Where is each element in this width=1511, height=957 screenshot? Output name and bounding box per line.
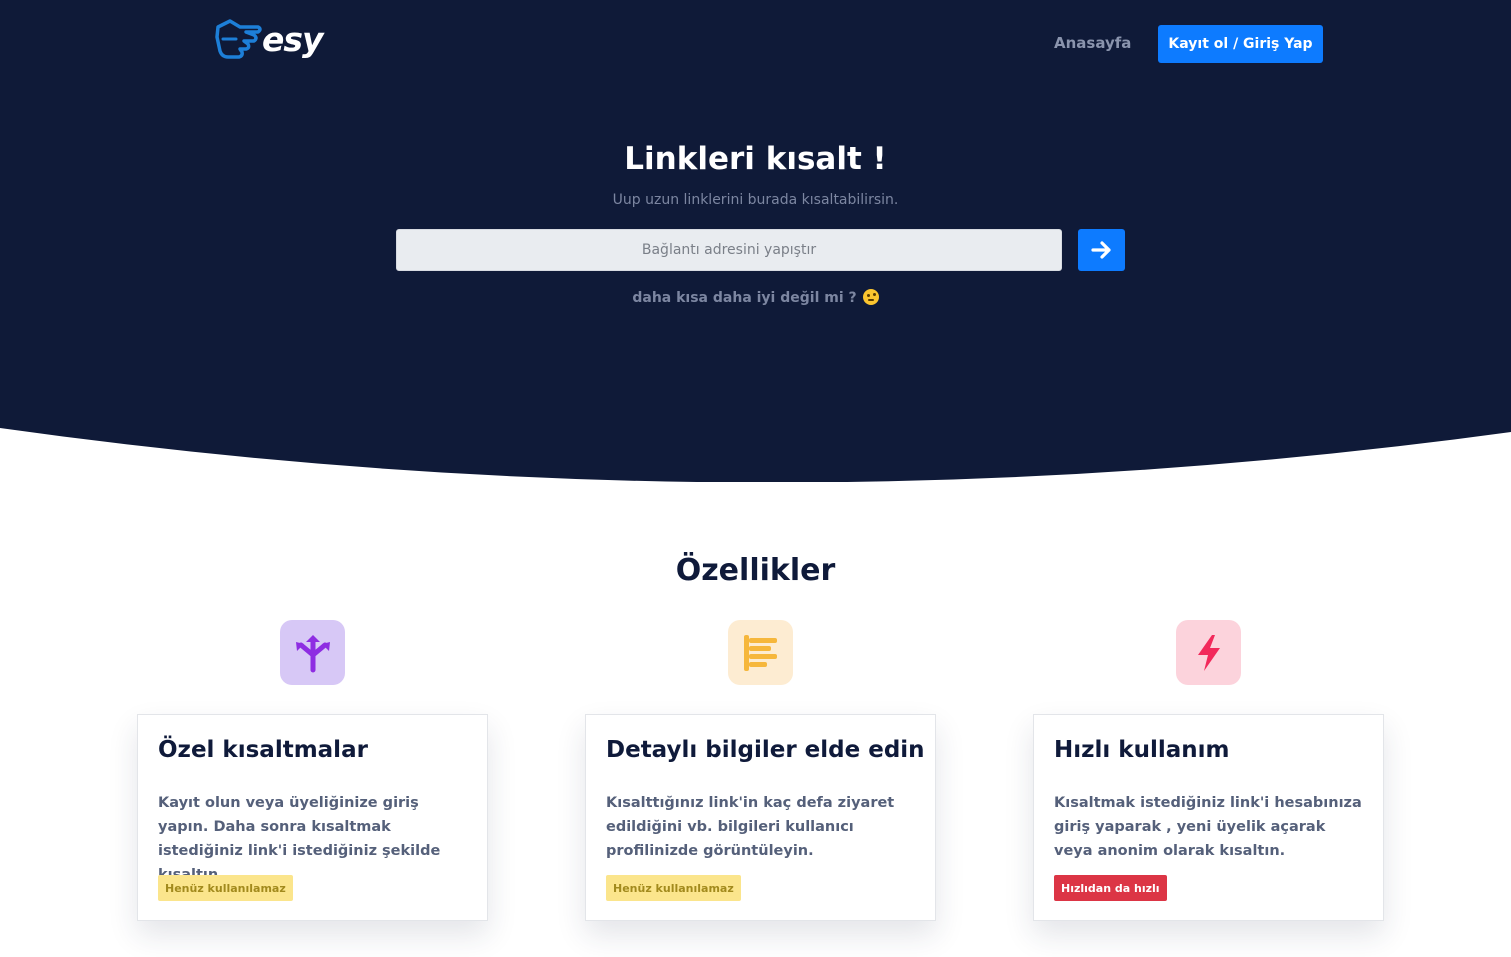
feature-card-title: Özel kısaltmalar [158,737,368,763]
feature-icon-tile-1 [280,620,345,685]
hero-section: esy Anasayfa Kayıt ol / Giriş Yap Linkle… [0,0,1511,482]
align-left-bars-icon [743,634,777,671]
brand-logo[interactable]: esy [214,17,338,67]
hero-tagline: daha kısa daha iyi değil mi ? [0,289,1511,306]
hand-logo-icon [215,19,262,59]
feature-card-title: Hızlı kullanım [1054,737,1230,763]
feature-card-custom-short: Özel kısaltmalar Kayıt olun veya üyeliği… [137,714,488,921]
status-badge: Henüz kullanılamaz [606,875,741,901]
status-badge: Hızlıdan da hızlı [1054,875,1167,901]
arrow-right-icon [1090,241,1111,259]
feature-icon-tile-3 [1176,620,1241,685]
hero-subtitle: Uup uzun linklerini burada kısaltabilirs… [612,192,899,208]
login-register-button[interactable]: Kayıt ol / Giriş Yap [1158,25,1323,63]
nav-home-link[interactable]: Anasayfa [1054,34,1131,52]
wink-emoji-icon [862,289,879,305]
feature-icon-tile-2 [728,620,793,685]
url-input[interactable] [396,229,1062,271]
feature-card-text: Kısalttığınız link'in kaç defa ziyaret e… [606,795,895,859]
hero-title: Linkleri kısalt ! [624,141,887,177]
feature-card-text: Kayıt olun veya üyeliğinize giriş yapın.… [158,795,441,883]
logo-wordmark: esy [262,20,324,59]
feature-card-text: Kısaltmak istediğiniz link'i hesabınıza … [1054,795,1362,859]
split-arrows-icon [295,634,330,672]
feature-card-details: Detaylı bilgiler elde edin Kısalttığınız… [585,714,936,921]
feature-card-fast-use: Hızlı kullanım Kısaltmak istediğiniz lin… [1033,714,1384,921]
lightning-bolt-icon [1197,634,1220,671]
feature-card-title: Detaylı bilgiler elde edin [606,737,925,763]
tagline-text: daha kısa daha iyi değil mi ? [632,290,857,306]
shorten-submit-button[interactable] [1078,229,1125,271]
status-badge: Henüz kullanılamaz [158,875,293,901]
features-title: Özellikler [675,553,836,588]
